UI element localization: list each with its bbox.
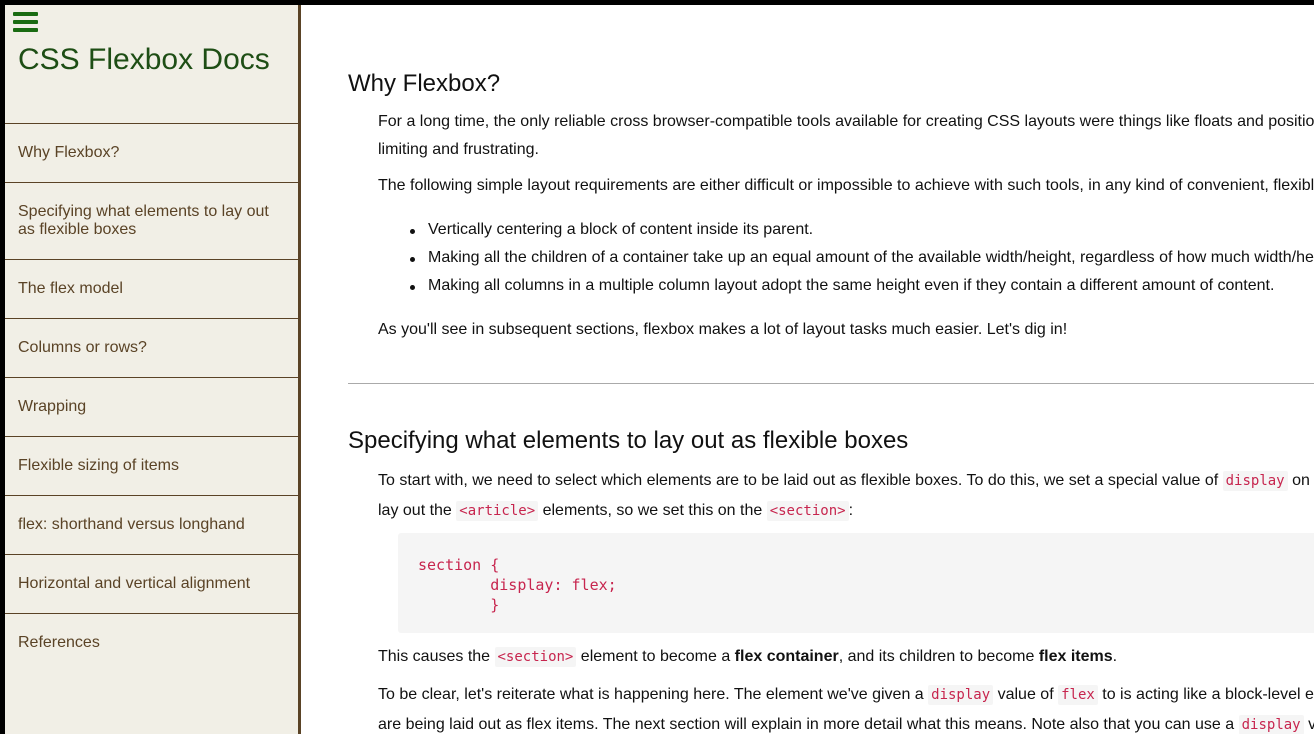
code-block: section { display: flex; }: [398, 533, 1314, 633]
bullet-icon: [410, 285, 415, 290]
text: are being laid out as flex items. The ne…: [378, 716, 1239, 733]
bold-text: flex container: [734, 648, 839, 665]
list-item-text: Vertically centering a block of content …: [428, 221, 814, 238]
nav-item-label: Columns or rows?: [18, 339, 147, 356]
section-divider: [348, 383, 1314, 384]
text: value of: [993, 686, 1059, 703]
nav-item-references[interactable]: References: [5, 613, 298, 672]
list-item: Vertically centering a block of content …: [410, 221, 814, 239]
text: element to become a: [576, 648, 735, 665]
paragraph: To start with, we need to select which e…: [378, 471, 1310, 491]
nav-item-label: Wrapping: [18, 398, 87, 415]
nav-item-label: Horizontal and vertical alignment: [18, 575, 251, 592]
paragraph: To be clear, let's reiterate what is hap…: [378, 685, 1314, 705]
sidebar-nav: Why Flexbox? Specifying what elements to…: [5, 123, 298, 672]
nav-item-columns-or-rows[interactable]: Columns or rows?: [5, 318, 298, 377]
paragraph: limiting and frustrating.: [378, 141, 539, 158]
text: value: [1308, 716, 1314, 733]
nav-item-label: Why Flexbox?: [18, 144, 120, 161]
paragraph: lay out the <article> elements, so we se…: [378, 501, 854, 521]
nav-item-why-flexbox[interactable]: Why Flexbox?: [5, 123, 298, 182]
bullet-icon: [410, 257, 415, 262]
section-heading-specifying-elements: Specifying what elements to lay out as f…: [348, 427, 909, 454]
text: lay out the: [378, 502, 457, 519]
nav-item-label: flex: shorthand versus longhand: [18, 516, 245, 533]
nav-item-label: The flex model: [18, 280, 123, 297]
list-item-text: Making all the children of a container t…: [428, 249, 1314, 266]
list-item: Making all columns in a multiple column …: [410, 277, 1275, 295]
inline-code: <section>: [494, 647, 577, 667]
nav-item-label: Flexible sizing of items: [18, 457, 179, 474]
nav-item-specifying-elements[interactable]: Specifying what elements to lay out as f…: [5, 182, 298, 259]
inline-code: display: [1238, 715, 1304, 734]
nav-item-flex-model[interactable]: The flex model: [5, 259, 298, 318]
bullet-icon: [410, 229, 415, 234]
site-title: CSS Flexbox Docs: [18, 43, 270, 76]
inline-code: flex: [1058, 685, 1098, 705]
text: :: [848, 502, 854, 519]
text: elements, so we set this on the: [538, 502, 767, 519]
paragraph: are being laid out as flex items. The ne…: [378, 715, 1314, 734]
paragraph: As you'll see in subsequent sections, fl…: [378, 321, 1068, 338]
nav-item-flexible-sizing[interactable]: Flexible sizing of items: [5, 436, 298, 495]
section-heading-why-flexbox: Why Flexbox?: [348, 70, 501, 97]
text: on: [1287, 472, 1310, 489]
text: To be clear, let's reiterate what is hap…: [378, 686, 929, 703]
paragraph: The following simple layout requirements…: [378, 177, 1314, 194]
nav-item-wrapping[interactable]: Wrapping: [5, 377, 298, 436]
inline-code: display: [1222, 471, 1288, 491]
menu-bar: [13, 28, 38, 32]
code-block-text: section { display: flex; }: [418, 556, 617, 614]
nav-item-label: References: [18, 634, 100, 651]
list-item: Making all the children of a container t…: [410, 249, 1314, 267]
paragraph: This causes the <section> element to bec…: [378, 647, 1118, 667]
paragraph: For a long time, the only reliable cross…: [378, 113, 1314, 130]
nav-item-label: Specifying what elements to lay out as f…: [18, 203, 269, 238]
text: .: [1112, 648, 1118, 665]
text: , and its children to become: [838, 648, 1039, 665]
menu-bar: [13, 12, 38, 16]
inline-code: <article>: [456, 501, 539, 521]
main-content: Why Flexbox? For a long time, the only r…: [301, 5, 1314, 734]
nav-item-alignment[interactable]: Horizontal and vertical alignment: [5, 554, 298, 613]
text: This causes the: [378, 648, 495, 665]
sidebar: CSS Flexbox Docs Why Flexbox? Specifying…: [5, 5, 301, 734]
text: To start with, we need to select which e…: [378, 472, 1223, 489]
menu-bar: [13, 20, 38, 24]
list-item-text: Making all columns in a multiple column …: [428, 277, 1275, 294]
nav-item-flex-shorthand[interactable]: flex: shorthand versus longhand: [5, 495, 298, 554]
text: to is acting like a block-level element: [1102, 686, 1314, 703]
inline-code: display: [928, 685, 994, 705]
bold-text: flex items: [1038, 648, 1113, 665]
inline-code: <section>: [766, 501, 849, 521]
hamburger-menu-icon[interactable]: [13, 12, 38, 32]
